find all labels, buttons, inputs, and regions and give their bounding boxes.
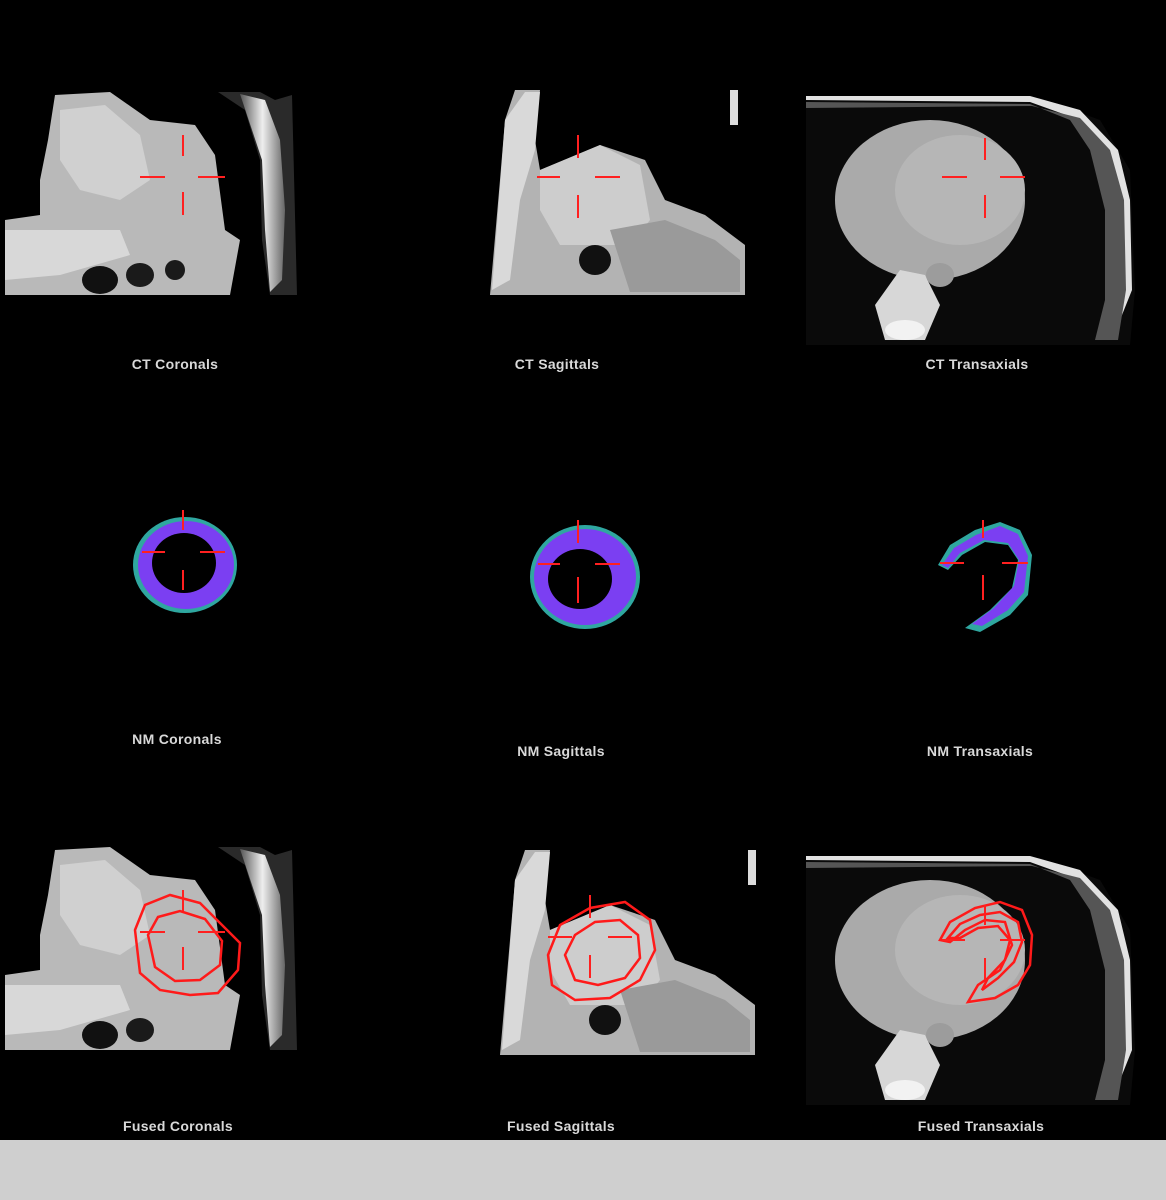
nm-sagittal-label: NM Sagittals — [517, 743, 605, 759]
nm-transaxial-image — [938, 520, 1032, 632]
image-viewport: CT Coronals CT Sagittals CT Transaxials … — [0, 0, 1166, 1140]
ct-sagittal-panel[interactable] — [480, 80, 760, 310]
fused-transaxial-panel[interactable] — [800, 850, 1140, 1110]
fused-transaxial-label: Fused Transaxials — [917, 1118, 1045, 1134]
ct-coronal-image — [5, 92, 297, 295]
ct-sagittal-label: CT Sagittals — [514, 356, 600, 372]
fused-sagittal-panel[interactable] — [490, 840, 770, 1065]
ct-sagittal-image — [490, 90, 745, 295]
nm-transaxial-label: NM Transaxials — [926, 743, 1034, 759]
ct-coronal-panel[interactable] — [0, 80, 310, 310]
nm-transaxial-panel[interactable] — [920, 510, 1050, 640]
nm-sagittal-image — [530, 520, 640, 629]
fused-transaxial-image — [806, 856, 1135, 1105]
ct-transaxial-panel[interactable] — [800, 90, 1140, 350]
fused-sagittal-label: Fused Sagittals — [507, 1118, 615, 1134]
ct-coronal-label: CT Coronals — [131, 356, 219, 372]
nm-coronal-image — [133, 510, 237, 613]
fused-coronal-panel[interactable] — [0, 835, 310, 1065]
nm-coronal-label: NM Coronals — [132, 731, 222, 747]
fused-coronal-label: Fused Coronals — [123, 1118, 233, 1134]
ct-transaxial-label: CT Transaxials — [925, 356, 1029, 372]
nm-sagittal-panel[interactable] — [520, 515, 650, 640]
nm-coronal-panel[interactable] — [120, 505, 250, 630]
fused-sagittal-image — [500, 850, 756, 1055]
status-bar — [0, 1140, 1166, 1200]
fused-coronal-image — [5, 847, 297, 1050]
ct-transaxial-image — [806, 96, 1135, 345]
